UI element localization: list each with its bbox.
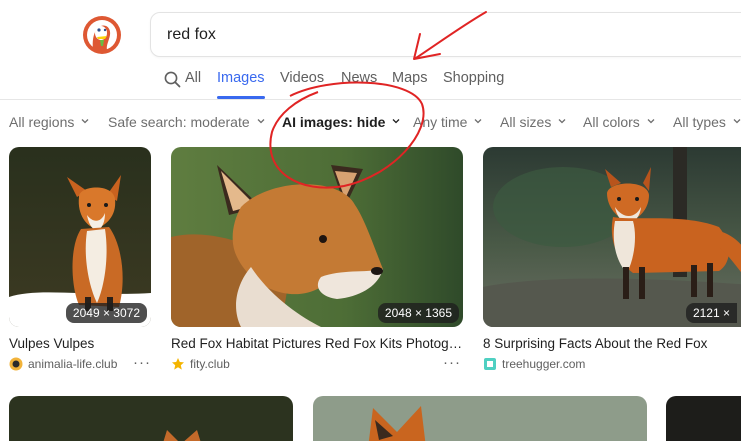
filter-size-label: All sizes — [500, 114, 552, 130]
result-title[interactable]: Red Fox Habitat Pictures Red Fox Kits Ph… — [171, 336, 463, 351]
filter-color[interactable]: All colors — [583, 114, 655, 130]
filter-type-label: All types — [673, 114, 726, 130]
filter-ai-images[interactable]: AI images: hide — [282, 114, 400, 130]
filter-region[interactable]: All regions — [9, 114, 89, 130]
chevron-down-icon — [257, 119, 265, 124]
tab-news[interactable]: News — [341, 70, 377, 86]
filter-region-label: All regions — [9, 114, 75, 130]
filter-safe-search[interactable]: Safe search: moderate — [108, 114, 265, 130]
result-title[interactable]: 8 Surprising Facts About the Red Fox — [483, 336, 741, 351]
search-box[interactable] — [150, 12, 741, 57]
image-result: 2121 × 8 Surprising Facts About the Red … — [483, 147, 741, 377]
fox-image — [666, 396, 741, 441]
fox-image — [9, 396, 293, 441]
filter-bar: All regions Safe search: moderate AI ima… — [0, 110, 741, 136]
filter-safe-search-label: Safe search: moderate — [108, 114, 250, 130]
result-title[interactable]: Vulpes Vulpes — [9, 336, 151, 351]
favicon — [484, 358, 496, 370]
image-result: 2049 × 3072 Vulpes Vulpes animalia-life.… — [9, 147, 151, 377]
filter-time[interactable]: Any time — [413, 114, 482, 130]
chevron-down-icon — [393, 119, 400, 124]
result-thumbnail[interactable] — [313, 396, 647, 441]
image-dimensions: 2049 × 3072 — [65, 303, 147, 323]
search-input[interactable] — [167, 24, 727, 46]
result-thumbnail[interactable] — [666, 396, 741, 441]
chevron-down-icon — [81, 119, 89, 124]
image-dimensions: 2121 × — [685, 303, 737, 323]
result-source-label: animalia-life.club — [28, 357, 118, 371]
result-thumbnail[interactable]: 2048 × 1365 — [171, 147, 463, 327]
favicon — [9, 357, 23, 371]
header-divider — [0, 99, 741, 100]
result-source[interactable]: animalia-life.club — [9, 357, 117, 371]
search-icon — [164, 71, 181, 88]
result-source-label: treehugger.com — [502, 357, 586, 371]
image-result: 2048 × 1365 Red Fox Habitat Pictures Red… — [171, 147, 463, 377]
filter-size[interactable]: All sizes — [500, 114, 566, 130]
favicon — [172, 358, 184, 370]
chevron-down-icon — [558, 119, 566, 124]
filter-ai-images-label: AI images: hide — [282, 114, 386, 130]
result-source[interactable]: fity.club — [171, 357, 230, 371]
fox-image — [313, 396, 647, 441]
fox-image — [483, 147, 741, 327]
result-source-label: fity.club — [190, 357, 230, 371]
filter-time-label: Any time — [413, 114, 468, 130]
image-dimensions: 2048 × 1365 — [377, 303, 459, 323]
tab-videos[interactable]: Videos — [280, 70, 324, 86]
chevron-down-icon — [733, 119, 741, 124]
ellipsis-icon[interactable]: ··· — [443, 354, 461, 371]
result-source[interactable]: treehugger.com — [483, 357, 585, 371]
duckduckgo-logo[interactable] — [82, 15, 122, 55]
result-thumbnail[interactable]: 2049 × 3072 — [9, 147, 151, 327]
tab-all[interactable]: All — [185, 70, 201, 86]
chevron-down-icon — [475, 119, 482, 124]
ellipsis-icon[interactable]: ··· — [133, 354, 151, 371]
tab-shopping[interactable]: Shopping — [443, 70, 504, 86]
tab-maps[interactable]: Maps — [392, 70, 427, 86]
result-thumbnail[interactable] — [9, 396, 293, 441]
result-thumbnail[interactable]: 2121 × — [483, 147, 741, 327]
fox-image — [171, 147, 463, 327]
fox-image — [9, 147, 151, 327]
chevron-down-icon — [647, 119, 655, 124]
filter-color-label: All colors — [583, 114, 640, 130]
filter-type[interactable]: All types — [673, 114, 741, 130]
tab-images[interactable]: Images — [217, 70, 265, 86]
